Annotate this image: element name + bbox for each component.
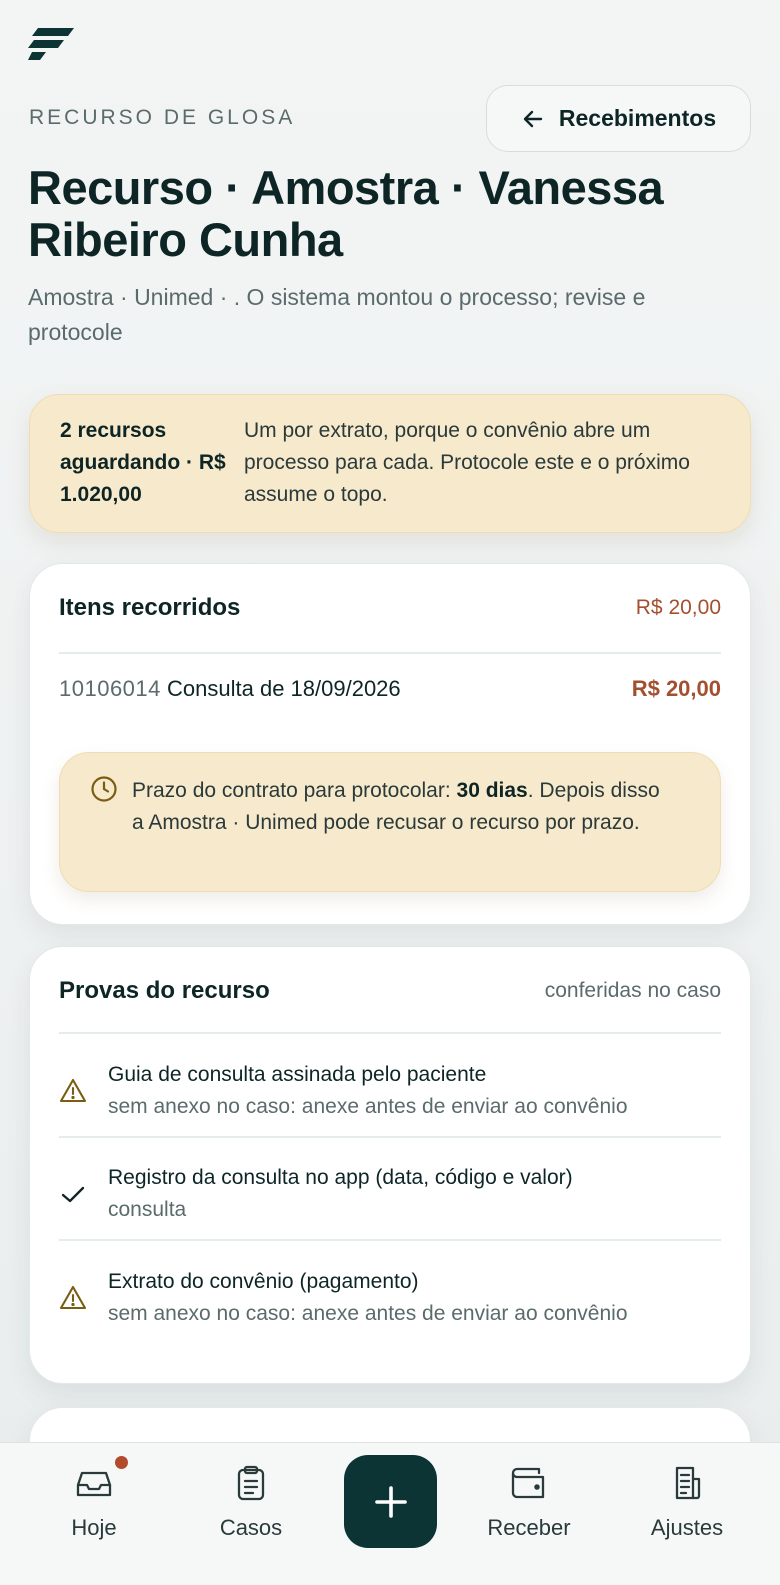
deadline-days: 30 dias bbox=[456, 779, 528, 802]
proof-item[interactable]: Registro da consulta no app (data, códig… bbox=[59, 1146, 721, 1236]
page-eyebrow: RECURSO DE GLOSA bbox=[29, 106, 296, 129]
proof-title: Registro da consulta no app (data, códig… bbox=[108, 1166, 573, 1189]
deadline-prefix: Prazo do contrato para protocolar: bbox=[132, 779, 457, 802]
divider bbox=[59, 1136, 721, 1138]
item-code: 10106014 bbox=[59, 676, 161, 701]
pending-appeals-banner: 2 recursos aguardando · R$ 1.020,00 Um p… bbox=[29, 394, 751, 533]
items-card: Itens recorridos R$ 20,00 10106014 Consu… bbox=[29, 563, 751, 925]
divider bbox=[59, 652, 721, 654]
page-subtitle: Amostra · Unimed · . O sistema montou o … bbox=[28, 284, 646, 345]
nav-item-hoje[interactable]: Hoje bbox=[29, 1456, 159, 1571]
proofs-card-title: Provas do recurso bbox=[59, 977, 270, 1004]
receipt-icon bbox=[675, 1466, 701, 1500]
item-value: R$ 20,00 bbox=[631, 676, 721, 701]
proof-subtitle: sem anexo no caso: anexe antes de enviar… bbox=[108, 1302, 628, 1325]
items-card-header: Itens recorridos R$ 20,00 bbox=[59, 594, 721, 634]
nav-label-hoje: Hoje bbox=[71, 1515, 117, 1540]
nav-label-ajustes: Ajustes bbox=[650, 1515, 724, 1540]
nav-label-casos: Casos bbox=[219, 1515, 283, 1540]
warning-icon bbox=[59, 1078, 87, 1103]
items-total: R$ 20,00 bbox=[635, 596, 721, 619]
back-to-recebimentos-button[interactable]: Recebimentos bbox=[486, 85, 751, 152]
warning-icon bbox=[59, 1285, 87, 1310]
nav-item-casos[interactable]: Casos bbox=[186, 1461, 316, 1571]
arrow-left-icon bbox=[523, 110, 543, 127]
proof-item[interactable]: Extrato do convênio (pagamento) sem anex… bbox=[59, 1250, 721, 1340]
divider bbox=[59, 1032, 721, 1034]
clock-icon bbox=[91, 776, 117, 802]
bottom-nav: Hoje Casos Receber Ajustes bbox=[0, 1442, 780, 1585]
back-button-label: Recebimentos bbox=[558, 105, 717, 131]
item-description: Consulta de 18/09/2026 bbox=[167, 676, 401, 701]
pending-appeals-count: 2 recursos aguardando · R$ 1.020,00 bbox=[60, 419, 226, 506]
proof-item[interactable]: Guia de consulta assinada pelo paciente … bbox=[59, 1043, 721, 1133]
inbox-icon bbox=[76, 1471, 112, 1497]
notification-dot bbox=[115, 1456, 128, 1469]
proofs-card: Provas do recurso conferidas no caso Gui… bbox=[29, 946, 751, 1384]
nav-item-ajustes[interactable]: Ajustes bbox=[622, 1461, 752, 1571]
deadline-text: Prazo do contrato para protocolar: 30 di… bbox=[132, 775, 672, 839]
plus-icon bbox=[374, 1485, 407, 1518]
check-icon bbox=[61, 1186, 85, 1203]
deadline-notice: Prazo do contrato para protocolar: 30 di… bbox=[59, 752, 721, 892]
nav-item-receber[interactable]: Receber bbox=[464, 1461, 594, 1571]
nav-label-receber: Receber bbox=[487, 1515, 571, 1540]
proofs-card-header: Provas do recurso conferidas no caso bbox=[59, 977, 721, 1017]
app-logo bbox=[28, 28, 74, 60]
proof-title: Guia de consulta assinada pelo paciente bbox=[108, 1063, 487, 1086]
proof-title: Extrato do convênio (pagamento) bbox=[108, 1270, 419, 1293]
pending-appeals-text: Um por extrato, porque o convênio abre u… bbox=[244, 419, 690, 506]
add-button[interactable] bbox=[344, 1455, 437, 1548]
items-card-title: Itens recorridos bbox=[59, 594, 241, 621]
proof-subtitle: consulta bbox=[108, 1198, 187, 1221]
divider bbox=[59, 1239, 721, 1241]
list-item: 10106014 Consulta de 18/09/2026 R$ 20,00 bbox=[59, 676, 721, 716]
wallet-icon bbox=[511, 1467, 545, 1499]
page-title: Recurso · Amostra · Vanessa Ribeiro Cunh… bbox=[28, 161, 664, 266]
clipboard-icon bbox=[237, 1465, 265, 1501]
recurso-page: RECURSO DE GLOSA Recebimentos Recurso · … bbox=[0, 0, 780, 1585]
proof-subtitle: sem anexo no caso: anexe antes de enviar… bbox=[108, 1095, 628, 1118]
proofs-card-note: conferidas no caso bbox=[544, 979, 721, 1002]
